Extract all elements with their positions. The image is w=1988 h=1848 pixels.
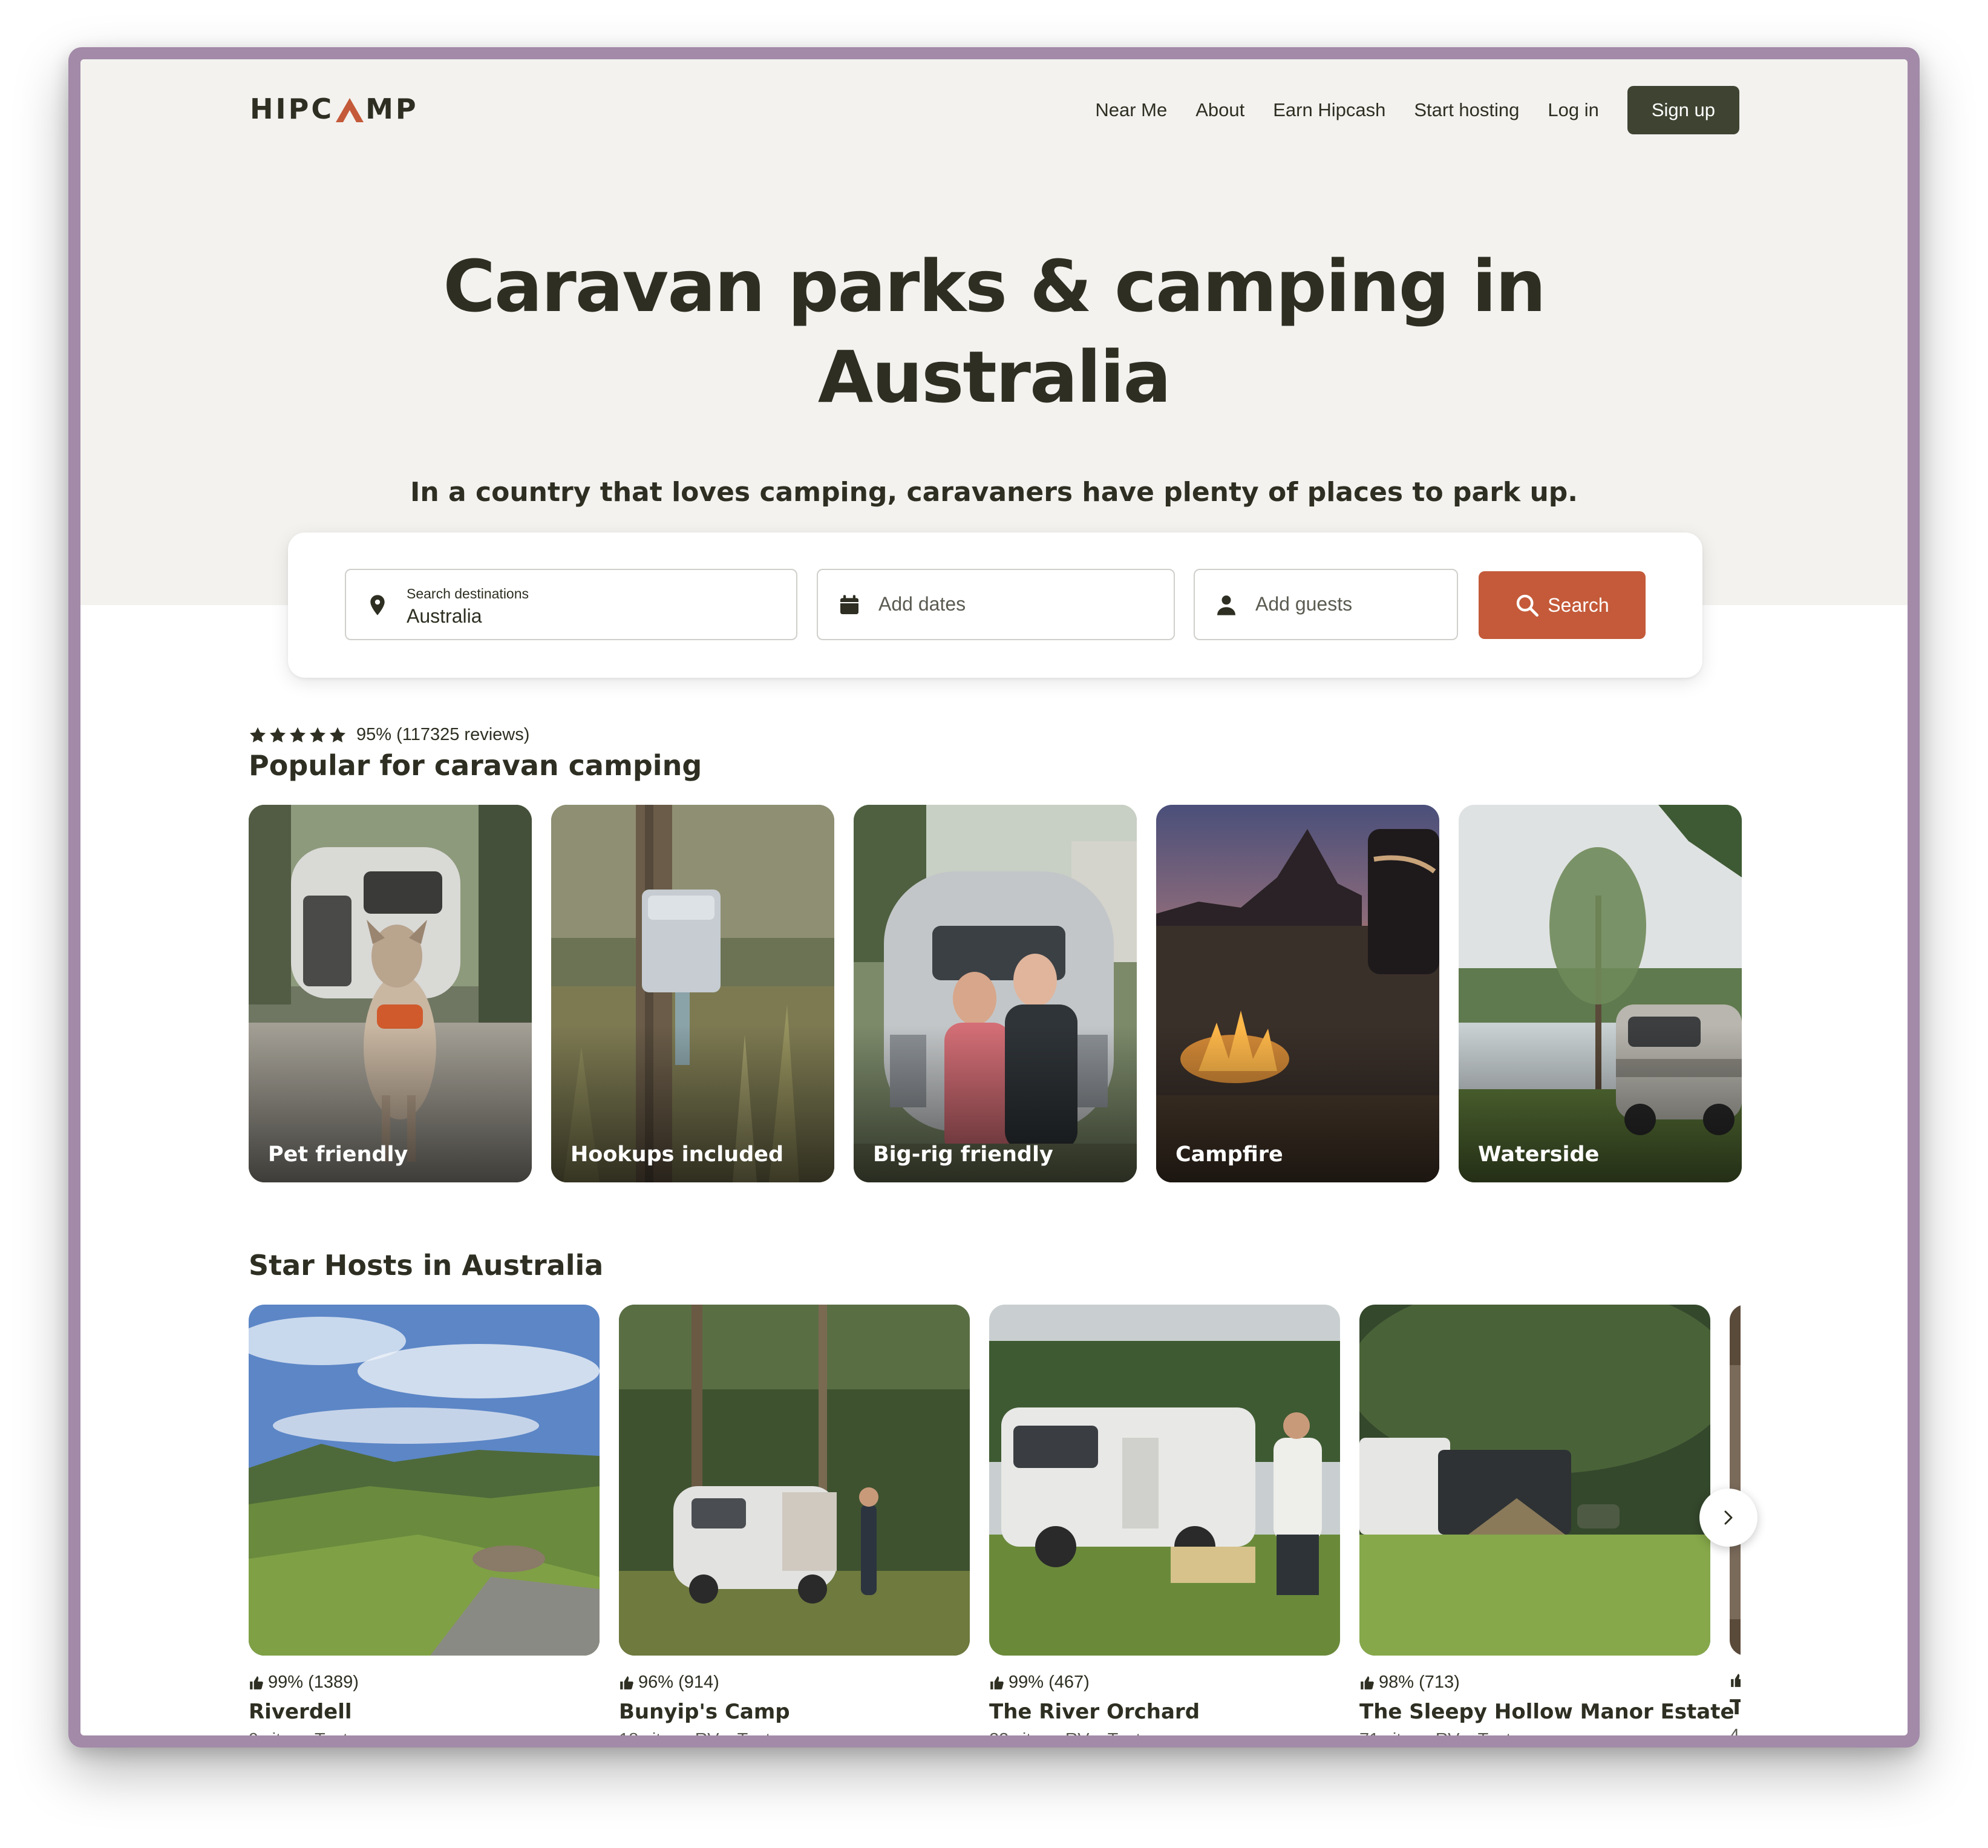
thumbs-up-icon <box>620 1676 633 1689</box>
host-rating-text: 98% (713) <box>1379 1673 1460 1692</box>
rating-text: 95% (117325 reviews) <box>356 725 530 744</box>
category-row: Pet friendly Hookups included Big-rig fr… <box>249 805 1742 1182</box>
page-title: Caravan parks & camping in Australia <box>80 241 1908 422</box>
host-meta: 71 sites · RVs, Tents <box>1359 1730 1710 1735</box>
thumbs-up-icon <box>990 1676 1004 1689</box>
popular-section-title: Popular for caravan camping <box>249 749 702 782</box>
page: HIPC MP Near Me About Earn Hipcash Start… <box>80 59 1908 1735</box>
destination-input[interactable] <box>407 605 770 627</box>
star-icon <box>249 727 266 742</box>
carousel-next-button[interactable] <box>1699 1489 1757 1547</box>
chevron-right-icon <box>1724 1510 1733 1525</box>
hipcamp-logo[interactable]: HIPC MP <box>250 85 419 133</box>
page-title-line-2: Australia <box>817 335 1171 419</box>
category-card-big-rig-friendly[interactable]: Big-rig friendly <box>854 805 1137 1182</box>
category-label: Pet friendly <box>268 1142 408 1167</box>
host-rating: 96% (914) <box>619 1673 970 1692</box>
nav-log-in[interactable]: Log in <box>1548 99 1598 121</box>
guests-placeholder: Add guests <box>1255 593 1353 615</box>
sleepy-hollow-photo <box>1359 1305 1710 1656</box>
guests-field[interactable]: Add guests <box>1194 569 1458 640</box>
host-card-riverdell[interactable]: 99% (1389) Riverdell 9 sites · Tents <box>249 1305 600 1735</box>
logo-text-right: MP <box>365 93 419 125</box>
host-name: Bunyip's Camp <box>619 1700 790 1724</box>
host-rating-text: 99% (1389) <box>268 1673 359 1692</box>
host-card-the-river-orchard[interactable]: 99% (467) The River Orchard 22 sites · R… <box>989 1305 1340 1735</box>
host-name: The Sleepy Hollow Manor Estate <box>1359 1700 1735 1724</box>
riverdell-photo <box>249 1305 600 1656</box>
destination-label: Search destinations <box>407 586 529 601</box>
nav-earn-hipcash[interactable]: Earn Hipcash <box>1273 99 1385 121</box>
page-subtitle: In a country that loves camping, caravan… <box>410 477 1578 508</box>
host-rating-text: 99% (467) <box>1009 1673 1090 1692</box>
star-hosts-carousel: 99% (1389) Riverdell 9 sites · Tents <box>249 1305 1741 1735</box>
nav-start-hosting[interactable]: Start hosting <box>1414 99 1519 121</box>
host-photo <box>1359 1305 1710 1656</box>
category-card-waterside[interactable]: Waterside <box>1459 805 1742 1182</box>
host-name: T <box>1730 1696 1741 1720</box>
star-icon <box>269 727 286 742</box>
river-orchard-photo <box>989 1305 1340 1656</box>
host-rating-text: 96% (914) <box>638 1673 719 1692</box>
host-name: The River Orchard <box>989 1700 1200 1724</box>
host-name: Riverdell <box>249 1700 352 1724</box>
thumbs-up-icon <box>1731 1674 1741 1687</box>
nav-about[interactable]: About <box>1195 99 1244 121</box>
thumbs-up-icon <box>1361 1676 1374 1689</box>
host-card-bunyips-camp[interactable]: 96% (914) Bunyip's Camp 18 sites · RVs, … <box>619 1305 970 1735</box>
logo-text-left: HIPC <box>250 93 335 125</box>
dates-field[interactable]: Add dates <box>817 569 1175 640</box>
star-icon <box>309 727 326 742</box>
host-rating: 98% (713) <box>1359 1673 1710 1692</box>
category-label: Big-rig friendly <box>873 1142 1053 1167</box>
host-rating: 99% (1389) <box>249 1673 600 1692</box>
category-card-campfire[interactable]: Campfire <box>1156 805 1439 1182</box>
search-bar: Search destinations Add dates Add guests <box>288 532 1702 678</box>
host-meta: 22 sites · RVs, Tents <box>989 1730 1340 1735</box>
search-button-label: Search <box>1548 594 1609 616</box>
star-icon <box>329 727 346 742</box>
host-card-sleepy-hollow-manor-estate[interactable]: 98% (713) The Sleepy Hollow Manor Estate… <box>1359 1305 1735 1735</box>
partial-host-photo <box>1730 1305 1741 1656</box>
category-card-pet-friendly[interactable]: Pet friendly <box>249 805 532 1182</box>
top-nav: Near Me About Earn Hipcash Start hosting… <box>1095 86 1739 134</box>
search-button[interactable]: Search <box>1479 571 1646 639</box>
category-label: Campfire <box>1175 1142 1283 1167</box>
host-photo <box>989 1305 1340 1656</box>
nav-near-me[interactable]: Near Me <box>1095 99 1167 121</box>
category-label: Hookups included <box>571 1142 784 1167</box>
star-icon <box>289 727 306 742</box>
host-rating: 99% (467) <box>989 1673 1340 1692</box>
host-meta: 9 sites · Tents <box>249 1730 600 1735</box>
rating-stars <box>249 726 347 744</box>
host-meta: 4 <box>1730 1726 1740 1735</box>
sign-up-button[interactable]: Sign up <box>1627 86 1739 134</box>
calendar-icon <box>840 595 858 614</box>
dates-placeholder: Add dates <box>878 593 966 615</box>
host-photo <box>249 1305 600 1656</box>
magnifier-icon <box>1517 594 1539 617</box>
thumbs-up-icon <box>250 1676 263 1689</box>
star-hosts-section-title: Star Hosts in Australia <box>249 1249 604 1282</box>
host-photo <box>619 1305 970 1656</box>
category-card-hookups-included[interactable]: Hookups included <box>551 805 834 1182</box>
destination-field[interactable]: Search destinations <box>345 569 797 640</box>
bunyips-camp-photo <box>619 1305 970 1656</box>
user-icon <box>1217 595 1235 615</box>
page-title-line-1: Caravan parks & camping in <box>443 244 1546 328</box>
overall-rating: 95% (117325 reviews) <box>249 725 529 745</box>
map-pin-icon <box>370 595 385 615</box>
host-photo <box>1730 1305 1741 1656</box>
browser-window: HIPC MP Near Me About Earn Hipcash Start… <box>68 47 1920 1748</box>
tent-logo-icon <box>336 98 364 122</box>
category-label: Waterside <box>1478 1142 1600 1167</box>
host-meta: 18 sites · RVs, Tents <box>619 1730 970 1735</box>
host-rating <box>1730 1673 1741 1688</box>
